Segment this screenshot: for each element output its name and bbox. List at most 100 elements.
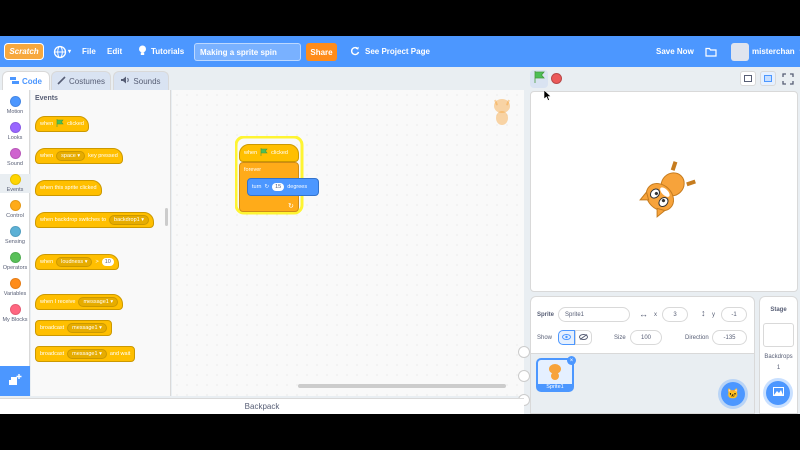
tab-sounds[interactable]: Sounds [113,71,169,90]
when-sprite-clicked-block[interactable]: when this sprite clicked [35,180,102,196]
fullscreen-icon[interactable] [782,72,796,86]
category-operators[interactable]: Operators [0,252,30,271]
sensing-dot [9,226,21,237]
sprite-name-input[interactable]: Sprite1 [558,307,630,322]
when-backdrop-switches-block[interactable]: when backdrop switches to backdrop1 ▾ [35,212,155,228]
block-text: clicked [67,121,84,127]
category-my-blocks[interactable]: My Blocks [0,304,30,323]
degrees-input[interactable]: 15 [272,183,285,191]
category-motion[interactable]: Motion [0,96,30,115]
show-visible-button[interactable] [558,330,575,345]
stage-target-panel[interactable]: Stage Backdrops 1 [759,296,798,414]
file-menu[interactable]: File [82,36,96,67]
tab-code[interactable]: Code [2,71,50,90]
small-stage-button[interactable] [740,71,756,86]
zoom-out-button[interactable] [518,370,530,382]
category-variables[interactable]: Variables [0,278,30,297]
category-label: Events [6,187,24,193]
stage-title: Stage [770,307,787,313]
when-key-pressed-block[interactable]: when space ▾ key pressed [35,148,123,164]
y-position-input[interactable]: -1 [721,307,747,322]
choose-sprite-button[interactable]: 🐱 [721,382,745,406]
tutorials-button[interactable]: Tutorials [138,36,184,67]
edit-menu[interactable]: Edit [107,36,122,67]
zoom-in-button[interactable] [518,346,530,358]
when-loudness-block[interactable]: when loudness ▾ > 10 [35,254,119,270]
category-looks[interactable]: Looks [0,122,30,141]
block-text: clicked [271,150,288,156]
x-position-input[interactable]: 3 [662,307,688,322]
tab-sounds-label: Sounds [133,76,161,86]
stage-thumbnail[interactable] [763,323,794,347]
tab-costumes[interactable]: Costumes [51,71,111,90]
category-sensing[interactable]: Sensing [0,226,30,245]
block-text: when I receive [40,299,76,305]
loop-arrow-icon: ↻ [288,203,294,210]
stop-button[interactable] [551,73,562,84]
size-input[interactable]: 100 [630,330,662,345]
delete-sprite-icon[interactable]: × [567,356,576,365]
globe-icon[interactable]: ▾ [53,36,71,67]
scratch-logo[interactable]: Scratch [4,43,44,60]
category-label: Motion [6,109,24,115]
dropdown-value: message1 [72,351,98,357]
broadcast-block[interactable]: broadcast message1 ▾ [35,320,112,336]
broadcast-and-wait-block[interactable]: broadcast message1 ▾ and wait [35,346,136,362]
sprite-tile[interactable]: × Sprite1 [536,356,576,392]
backpack[interactable]: Backpack [0,398,524,414]
block-text: broadcast [40,351,65,357]
dropdown-value: message1 [83,299,109,305]
eye-slash-icon [579,333,588,342]
workspace-scrollbar[interactable] [298,384,506,388]
see-project-page-button[interactable]: See Project Page [350,36,430,67]
block-text: and wait [109,351,131,357]
message-dropdown[interactable]: message1 ▾ [78,297,119,307]
direction-input[interactable]: -135 [712,330,747,345]
brush-icon [57,75,66,87]
when-i-receive-block[interactable]: when I receive message1 ▾ [35,294,124,310]
add-extension-button[interactable] [0,366,30,396]
key-dropdown[interactable]: space ▾ [56,151,86,161]
sound-dot [9,148,21,159]
category-sound[interactable]: Sound [0,148,30,167]
normal-stage-button[interactable] [760,71,776,86]
loudness-value-input[interactable]: 10 [101,258,114,266]
sprite-label: Sprite [537,312,555,318]
message-dropdown[interactable]: message1 ▾ [67,349,107,359]
script-when-flag-block[interactable]: when clicked [239,144,299,162]
stage-canvas[interactable] [530,91,798,292]
category-events[interactable]: Events [0,174,30,193]
image-add-icon [772,387,784,399]
add-extension-icon [8,373,22,389]
choose-backdrop-button[interactable] [766,381,790,405]
speaker-icon [121,76,130,86]
save-now-button[interactable]: Save Now [656,36,694,67]
share-button[interactable]: Share [306,43,337,61]
control-dot [9,200,21,211]
sensor-dropdown[interactable]: loudness ▾ [56,257,93,267]
my-blocks-dot [9,304,21,315]
block-text: when [40,153,54,159]
backdrop-dropdown[interactable]: backdrop1 ▾ [109,215,150,225]
menu-bar: Scratch ▾ File Edit Tutorials Making a s… [0,36,800,67]
y-arrow-icon: ↕ [701,308,706,318]
account-menu[interactable]: misterchan ▾ [731,36,800,67]
cat-sprite[interactable] [635,158,699,222]
category-label: Control [6,213,24,219]
direction-label: Direction [685,335,709,341]
when-flag-clicked-block[interactable]: when clicked [35,116,89,132]
block-text: > [95,259,99,265]
mouse-cursor [543,88,552,106]
project-title-input[interactable]: Making a sprite spin [194,43,301,61]
message-dropdown[interactable]: message1 ▾ [67,323,107,333]
turn-degrees-block[interactable]: turn ↻ 15 degrees [247,178,319,196]
palette-scrollbar[interactable] [165,208,168,226]
category-control[interactable]: Control [0,200,30,219]
current-sprite-thumbnail [490,96,514,128]
code-workspace[interactable]: when clicked forever ↻ turn ↻ 15 degrees [172,90,530,406]
script-stack[interactable]: when clicked forever ↻ turn ↻ 15 degrees [235,136,319,216]
green-flag-button[interactable] [530,70,548,88]
show-hidden-button[interactable] [575,330,592,345]
folder-icon[interactable] [705,36,717,67]
scratch-editor: Scratch ▾ File Edit Tutorials Making a s… [0,36,800,414]
